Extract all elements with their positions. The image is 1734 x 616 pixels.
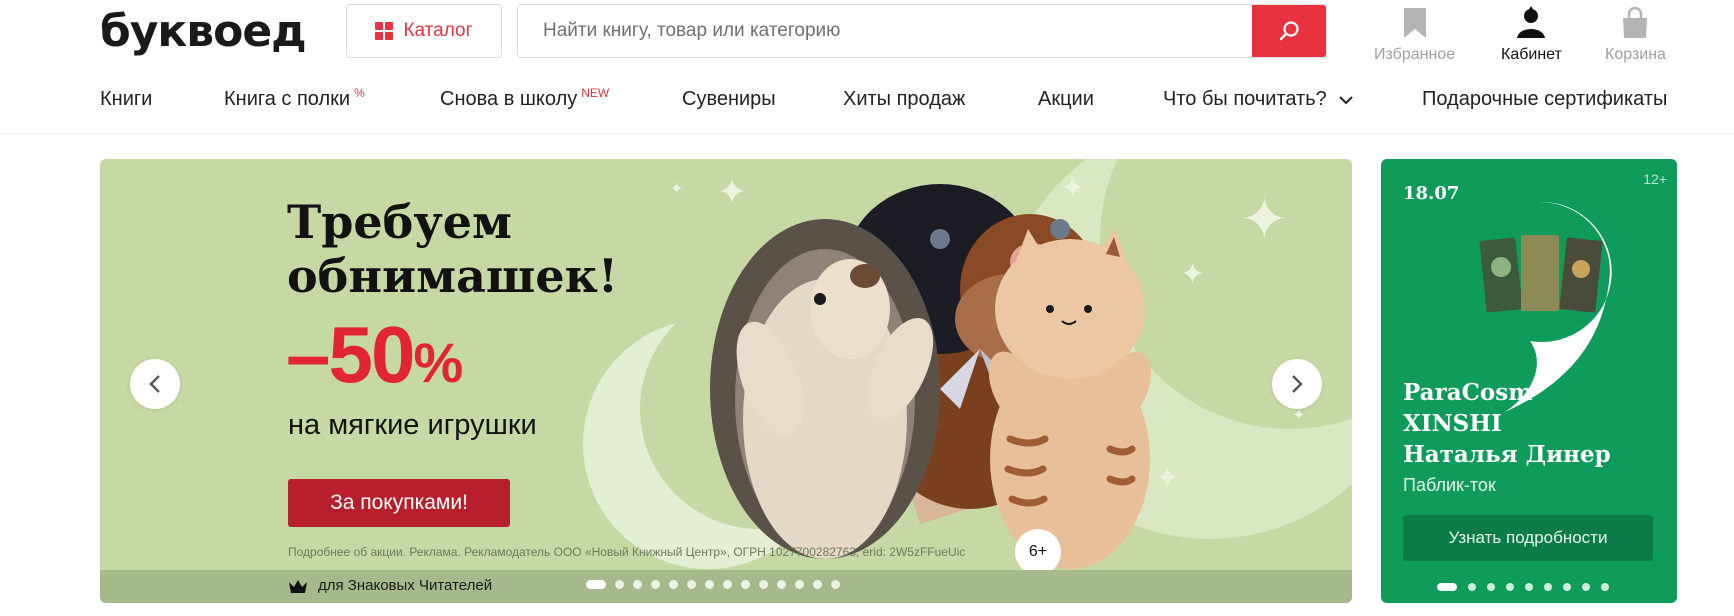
nav-label: Снова в школу	[440, 88, 578, 110]
slider-dot[interactable]	[1601, 583, 1609, 591]
slider-dot[interactable]	[1582, 583, 1590, 591]
slider-dot[interactable]	[831, 580, 840, 589]
chevron-down-icon	[1339, 96, 1354, 105]
user-icon	[1515, 4, 1547, 40]
nav-item-souvenirs[interactable]: Сувениры	[682, 88, 776, 111]
prev-slide-button[interactable]	[130, 359, 180, 409]
promo-discount: –50%	[286, 309, 463, 401]
nav-label: Акции	[1038, 88, 1094, 110]
slider-dot[interactable]	[1506, 583, 1514, 591]
event-banner[interactable]: 18.07 12+ ParaCosm XINSHI Наталья Динер …	[1381, 159, 1677, 603]
promo-title-line: обнимашек!	[287, 249, 619, 303]
slider-dot[interactable]	[615, 580, 624, 589]
next-slide-button[interactable]	[1272, 359, 1322, 409]
nav-item-back-to-school[interactable]: Снова в школу NEW	[440, 86, 610, 111]
nav-label: Сувениры	[682, 88, 776, 110]
slider-dot[interactable]	[777, 580, 786, 589]
event-title-line: ParaCosm	[1403, 379, 1533, 406]
slider-dot[interactable]	[1437, 583, 1457, 591]
favorites-link[interactable]: Избранное	[1374, 4, 1455, 64]
age-rating-badge: 12+	[1643, 171, 1667, 187]
main-nav: Книги Книга с полки% Снова в школу NEW Су…	[0, 84, 1734, 120]
age-rating-badge: 6+	[1015, 529, 1061, 575]
loyalty-label: для Знаковых Читателей	[288, 577, 492, 594]
shop-now-button[interactable]: За покупками!	[288, 479, 510, 527]
slider-dot[interactable]	[651, 580, 660, 589]
chevron-left-icon	[149, 375, 160, 393]
divider	[0, 133, 1734, 134]
promo-title: Требуем обнимашек!	[287, 195, 618, 303]
slider-dots	[586, 580, 840, 589]
slider-dot[interactable]	[741, 580, 750, 589]
loyalty-label-text: для Знаковых Читателей	[318, 577, 493, 594]
slider-dot[interactable]	[723, 580, 732, 589]
plush-toys-illustration	[710, 184, 1152, 569]
nav-item-bestsellers[interactable]: Хиты продаж	[843, 88, 965, 111]
slider-dot[interactable]	[1544, 583, 1552, 591]
bookmark-icon	[1402, 4, 1428, 40]
discount-value: –50	[286, 310, 415, 399]
nav-label: Хиты продаж	[843, 88, 966, 110]
nav-label: Что бы почитать?	[1163, 88, 1327, 110]
promo-subtitle: на мягкие игрушки	[288, 409, 537, 441]
nav-label: Книга с полки	[224, 88, 351, 110]
slider-dot[interactable]	[633, 580, 642, 589]
slider-dot[interactable]	[705, 580, 714, 589]
search-button[interactable]	[1252, 5, 1326, 57]
favorites-label: Избранное	[1374, 46, 1456, 63]
cabinet-link[interactable]: Кабинет	[1501, 4, 1562, 64]
nav-label: Подарочные сертификаты	[1422, 88, 1668, 110]
chevron-right-icon	[1292, 375, 1303, 393]
crown-icon	[289, 579, 307, 593]
grid-icon	[375, 22, 394, 40]
nav-item-promotions[interactable]: Акции	[1038, 88, 1094, 111]
event-title-line: XINSHI	[1403, 410, 1502, 437]
event-date: 18.07	[1403, 183, 1460, 204]
slider-dot[interactable]	[1468, 583, 1476, 591]
nav-item-books[interactable]: Книги	[100, 88, 152, 111]
slider-dot[interactable]	[1487, 583, 1495, 591]
promo-banner[interactable]: ✦ ✦ ✦ ✦ ✦ ✦ ✦ ✦	[100, 159, 1352, 603]
star-icon: ✦	[1240, 187, 1289, 252]
slider-dot[interactable]	[1525, 583, 1533, 591]
slider-dots	[1437, 583, 1609, 591]
nav-label: Книги	[100, 88, 153, 110]
event-title-line: Наталья Динер	[1403, 441, 1611, 468]
search-input[interactable]	[518, 5, 1252, 57]
search-icon	[1279, 21, 1299, 41]
nav-item-book-from-shelf[interactable]: Книга с полки%	[224, 86, 365, 111]
promo-legal-text[interactable]: Подробнее об акции. Реклама. Рекламодате…	[288, 545, 965, 559]
slider-dot[interactable]	[669, 580, 678, 589]
new-badge: NEW	[581, 86, 610, 100]
shopping-bag-icon	[1621, 4, 1649, 40]
slider-dot[interactable]	[795, 580, 804, 589]
slider-dot[interactable]	[586, 580, 606, 589]
catalog-button[interactable]: Каталог	[346, 4, 502, 58]
discount-unit: %	[413, 331, 463, 394]
event-title: ParaCosm XINSHI Наталья Динер	[1403, 377, 1611, 470]
event-subtitle: Паблик-ток	[1403, 475, 1496, 495]
slider-dot[interactable]	[687, 580, 696, 589]
slider-dot[interactable]	[813, 580, 822, 589]
nav-item-gift-certificates[interactable]: Подарочные сертификаты	[1422, 88, 1667, 111]
learn-more-button[interactable]: Узнать подробности	[1403, 515, 1653, 561]
search-bar	[517, 4, 1327, 58]
promo-title-line: Требуем	[287, 195, 513, 249]
cabinet-label: Кабинет	[1501, 46, 1562, 63]
slider-dot[interactable]	[759, 580, 768, 589]
banner-footer: для Знаковых Читателей	[100, 570, 1352, 603]
catalog-label: Каталог	[403, 20, 473, 41]
nav-item-what-to-read[interactable]: Что бы почитать?	[1163, 88, 1354, 111]
cart-label: Корзина	[1605, 46, 1666, 63]
logo[interactable]: буквоед	[100, 0, 307, 62]
slider-dot[interactable]	[1563, 583, 1571, 591]
cart-link[interactable]: Корзина	[1605, 4, 1666, 64]
nav-badge: %	[354, 86, 365, 100]
